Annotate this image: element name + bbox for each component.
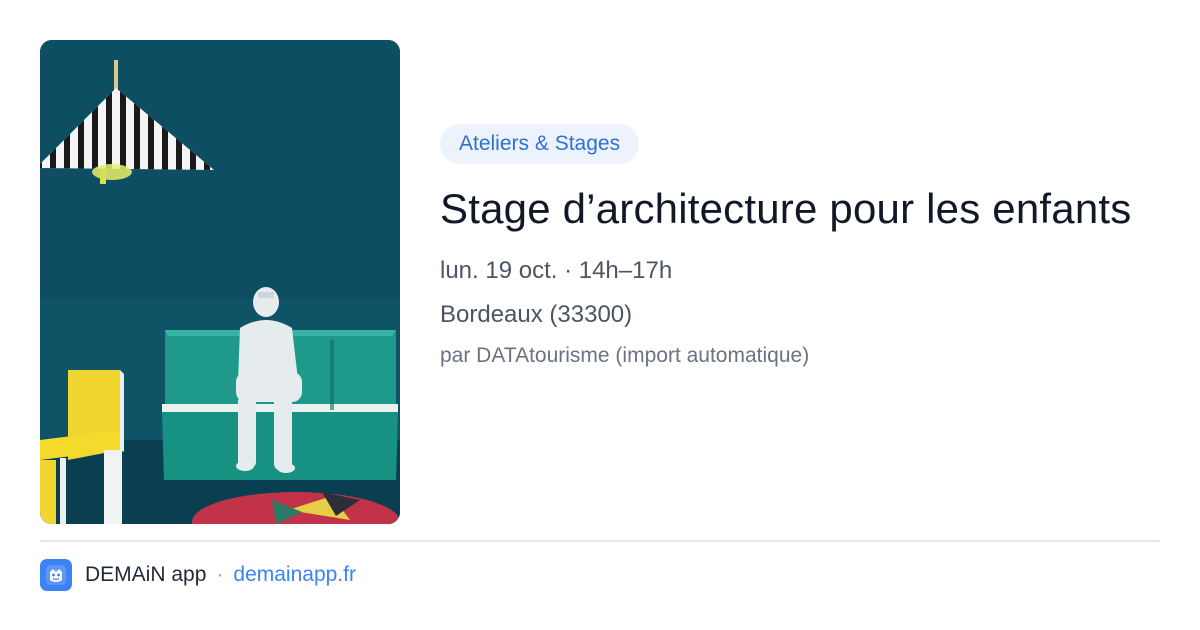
event-photo[interactable] bbox=[40, 40, 400, 524]
event-datetime: lun. 19 oct. · 14h–17h bbox=[440, 257, 673, 284]
app-name: DEMAiN app bbox=[85, 563, 207, 586]
app-url-link[interactable]: demainapp.fr bbox=[233, 563, 356, 587]
footer-separator: · bbox=[216, 563, 224, 586]
event-location: Bordeaux (33300) bbox=[440, 301, 633, 328]
event-card[interactable]: Ateliers & Stages Stage d’architecture p… bbox=[0, 0, 1200, 630]
footer: DEMAiN app · demainapp.fr bbox=[40, 558, 356, 592]
event-title[interactable]: Stage d’architecture pour les enfants bbox=[440, 182, 1160, 235]
demain-logo-icon[interactable] bbox=[40, 559, 72, 591]
event-source: par DATAtourisme (import automatique) bbox=[440, 344, 810, 367]
footer-divider bbox=[40, 540, 1160, 542]
event-photo-illustration bbox=[40, 40, 400, 524]
event-info: Ateliers & Stages Stage d’architecture p… bbox=[440, 124, 1160, 370]
category-badge[interactable]: Ateliers & Stages bbox=[440, 124, 640, 164]
